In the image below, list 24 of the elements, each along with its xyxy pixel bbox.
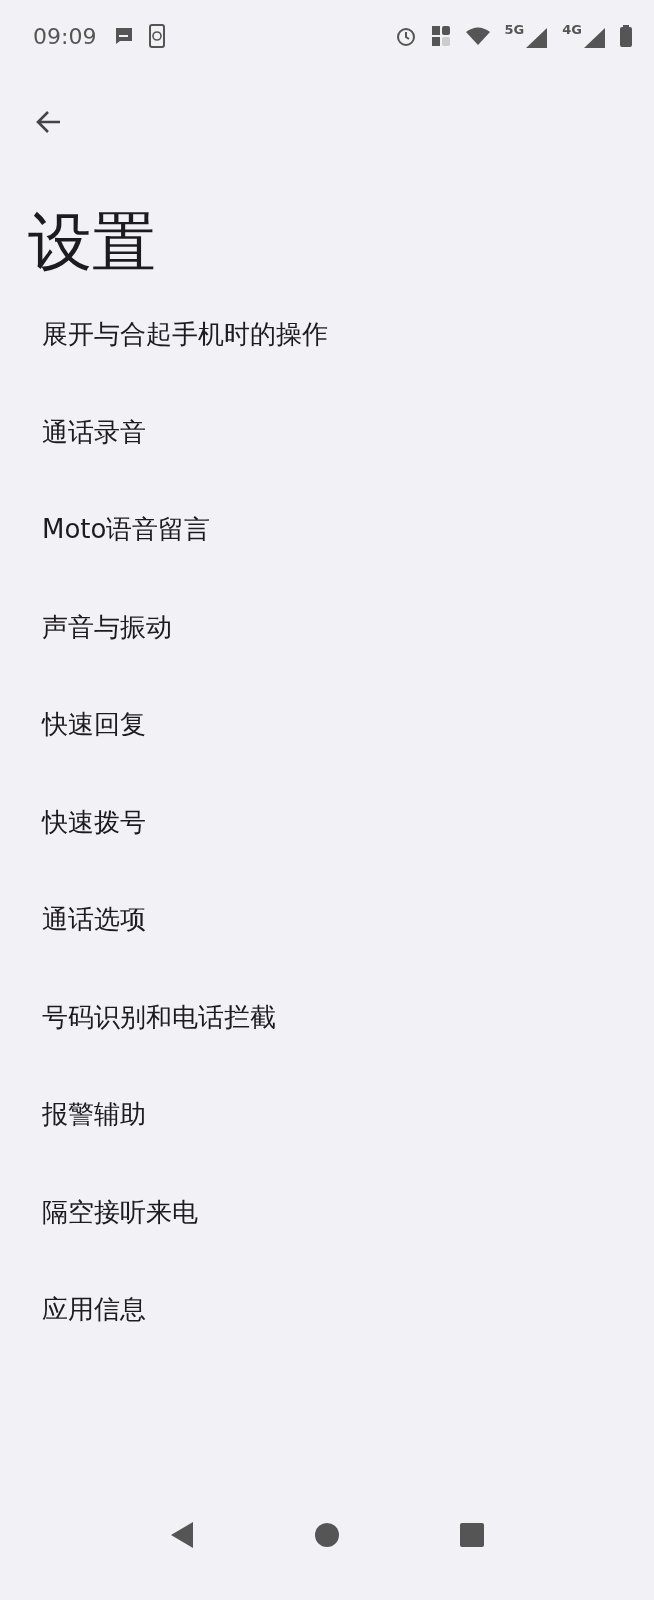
settings-item[interactable]: 展开与合起手机时的操作 — [0, 286, 654, 384]
home-nav-icon[interactable] — [314, 1522, 340, 1548]
battery-icon — [620, 25, 632, 47]
back-nav-icon[interactable] — [169, 1520, 196, 1550]
settings-item[interactable]: 快速回复 — [0, 676, 654, 774]
settings-item[interactable]: 应用信息 — [0, 1261, 654, 1359]
network-type: 5G — [504, 22, 525, 37]
settings-item[interactable]: 号码识别和电话拦截 — [0, 968, 654, 1066]
settings-item[interactable]: 快速拨号 — [0, 773, 654, 871]
status-time: 09:09 — [33, 23, 97, 49]
message-icon — [114, 27, 135, 45]
signal-icon — [526, 28, 549, 48]
settings-item[interactable]: 声音与振动 — [0, 578, 654, 676]
settings-item[interactable]: 通话选项 — [0, 871, 654, 969]
alarm-icon — [394, 25, 417, 47]
settings-item[interactable]: Moto语音留言 — [0, 481, 654, 579]
recents-nav-icon[interactable] — [458, 1522, 485, 1548]
settings-item[interactable]: 隔空接听来电 — [0, 1163, 654, 1261]
page-title: 设置 — [27, 204, 157, 281]
network-type: 4G — [562, 22, 582, 37]
settings-item[interactable]: 报警辅助 — [0, 1066, 654, 1164]
wifi-icon — [464, 26, 491, 46]
signal-icon — [584, 28, 606, 48]
settings-item[interactable]: 通话录音 — [0, 383, 654, 481]
